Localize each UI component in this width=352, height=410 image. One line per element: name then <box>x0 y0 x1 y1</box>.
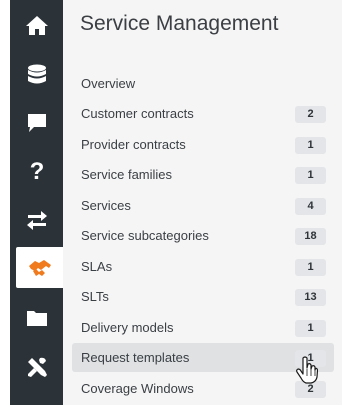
menu-item-label: SLAs <box>81 259 113 274</box>
sidebar-item-transfer[interactable] <box>10 199 63 240</box>
svg-text:?: ? <box>29 159 44 183</box>
menu-item-delivery-models[interactable]: Delivery models 1 <box>72 313 334 342</box>
menu-item-slas[interactable]: SLAs 1 <box>72 252 334 281</box>
menu-item-overview[interactable]: Overview <box>72 69 334 98</box>
folder-icon <box>26 310 47 326</box>
chat-icon <box>27 113 46 132</box>
database-icon <box>27 64 46 83</box>
count-badge: 1 <box>295 137 326 154</box>
menu-item-label: Service subcategories <box>81 228 209 243</box>
count-badge: 4 <box>295 198 326 215</box>
tools-icon <box>27 357 47 377</box>
menu-item-label: Delivery models <box>81 320 174 335</box>
sidebar-item-service-management[interactable] <box>16 247 63 288</box>
count-badge: 1 <box>295 259 326 276</box>
menu-item-label: Services <box>81 198 131 213</box>
sidebar-item-tools[interactable] <box>10 346 63 387</box>
menu-item-label: Coverage Windows <box>81 381 194 396</box>
menu-item-provider-contracts[interactable]: Provider contracts 1 <box>72 130 334 159</box>
handshake-icon <box>28 259 51 276</box>
app-frame: ? Service Management Overview Customer c… <box>0 0 352 410</box>
count-badge: 1 <box>295 167 326 184</box>
menu-item-label: Customer contracts <box>81 106 194 121</box>
menu-item-label: Overview <box>81 76 136 91</box>
menu-item-service-families[interactable]: Service families 1 <box>72 160 334 189</box>
sidebar-item-database[interactable] <box>10 54 63 95</box>
icon-sidebar: ? <box>10 0 63 405</box>
menu-item-service-subcategories[interactable]: Service subcategories 18 <box>72 221 334 250</box>
menu-item-request-templates[interactable]: Request templates 1 <box>72 343 334 372</box>
menu-item-coverage-windows[interactable]: Coverage Windows 2 <box>72 374 334 403</box>
menu-item-label: Service families <box>81 167 173 182</box>
transfer-icon <box>26 210 47 230</box>
sidebar-item-folder[interactable] <box>10 297 63 338</box>
service-management-panel: Service Management Overview Customer con… <box>63 0 342 405</box>
home-icon <box>25 15 48 35</box>
panel-title: Service Management <box>80 12 279 35</box>
count-badge: 1 <box>295 320 326 337</box>
count-badge: 18 <box>295 228 326 245</box>
count-badge: 13 <box>295 289 326 306</box>
menu-item-label: Request templates <box>81 350 190 365</box>
count-badge: 2 <box>295 106 326 123</box>
menu-item-label: Provider contracts <box>81 137 186 152</box>
sidebar-item-help[interactable]: ? <box>10 150 63 191</box>
menu-item-label: SLTs <box>81 289 109 304</box>
menu-item-services[interactable]: Services 4 <box>72 191 334 220</box>
sidebar-item-home[interactable] <box>10 4 63 45</box>
hand-pointer-cursor-icon <box>296 356 318 384</box>
help-icon: ? <box>29 159 44 183</box>
menu-item-customer-contracts[interactable]: Customer contracts 2 <box>72 99 334 128</box>
menu-item-slts[interactable]: SLTs 13 <box>72 282 334 311</box>
sidebar-item-chat[interactable] <box>10 102 63 143</box>
